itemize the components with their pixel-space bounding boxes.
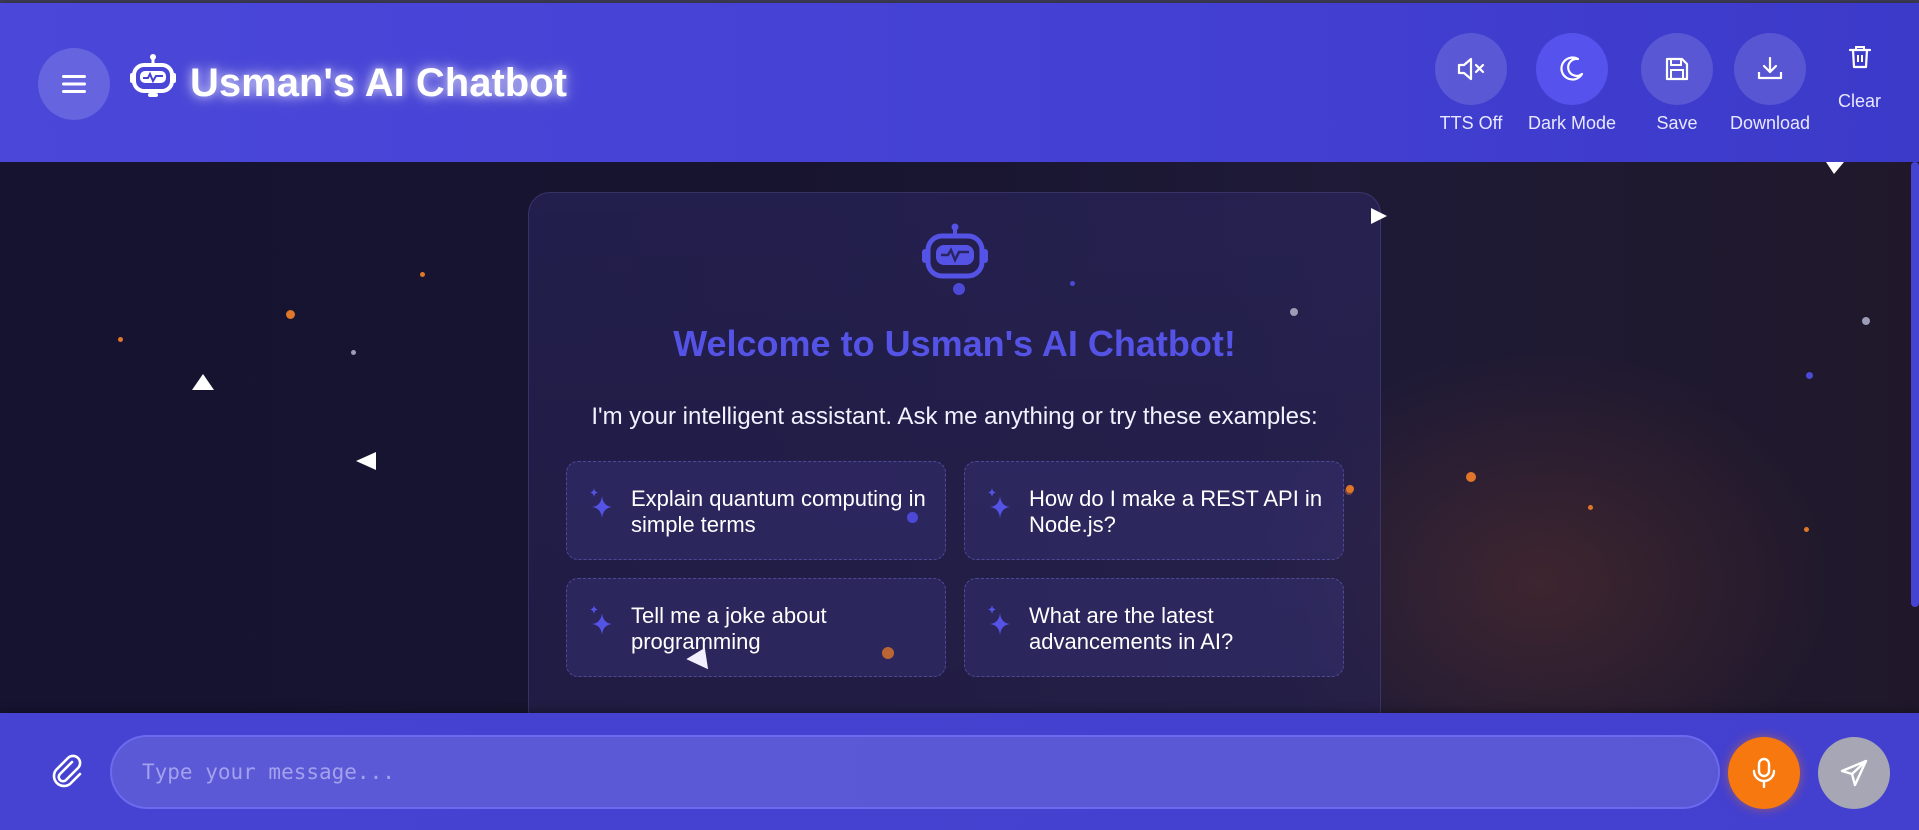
- robot-icon: [922, 223, 988, 279]
- tts-button-circle: [1435, 33, 1507, 105]
- background-particle: [351, 350, 356, 355]
- background-shard: [192, 374, 214, 390]
- microphone-button[interactable]: [1728, 737, 1800, 809]
- background-particle: [420, 272, 425, 277]
- save-button-circle: [1641, 33, 1713, 105]
- scrollbar-thumb[interactable]: [1911, 162, 1919, 607]
- send-icon: [1840, 759, 1868, 787]
- background-shard: [356, 452, 376, 470]
- speaker-muted-icon: [1457, 57, 1485, 81]
- message-composer: [0, 713, 1919, 830]
- background-particle: [953, 283, 965, 295]
- send-button[interactable]: [1818, 737, 1890, 809]
- chat-area[interactable]: Welcome to Usman's AI Chatbot! I'm your …: [0, 162, 1919, 713]
- welcome-card: Welcome to Usman's AI Chatbot! I'm your …: [528, 192, 1387, 713]
- save-label: Save: [1656, 113, 1698, 133]
- background-particle: [907, 512, 918, 523]
- clear-button-circle: [1840, 33, 1880, 81]
- hamburger-menu-icon: [62, 75, 86, 93]
- background-shard: [1826, 162, 1844, 174]
- dark-mode-label: Dark Mode: [1528, 113, 1617, 133]
- app-title: Usman's AI Chatbot: [190, 61, 567, 105]
- dark-mode-button-circle: [1536, 33, 1609, 105]
- download-label: Download: [1730, 113, 1811, 133]
- robot-icon: [130, 54, 176, 97]
- menu-button[interactable]: [38, 48, 110, 120]
- trash-icon: [1848, 46, 1871, 69]
- suggestion-text: Explain quantum computing in simple term…: [631, 486, 926, 537]
- suggestion-card[interactable]: How do I make a REST API in Node.js?: [964, 461, 1344, 560]
- microphone-icon: [1752, 757, 1776, 789]
- background-particle: [1806, 372, 1813, 379]
- background-particle: [1070, 281, 1075, 286]
- moon-icon: [1560, 56, 1584, 81]
- background-particle: [1290, 308, 1298, 316]
- sparkles-icon: [590, 605, 612, 635]
- background-particle: [1466, 472, 1476, 482]
- tts-toggle-button[interactable]: TTS Off: [1435, 33, 1507, 134]
- background-shard: [1371, 208, 1387, 224]
- clear-button[interactable]: Clear: [1838, 33, 1881, 112]
- suggestion-text: How do I make a REST API in Node.js?: [1029, 486, 1323, 537]
- background-particle: [286, 310, 295, 319]
- download-button-circle: [1734, 33, 1807, 105]
- suggestion-card[interactable]: Explain quantum computing in simple term…: [566, 461, 946, 560]
- sparkles-icon: [988, 605, 1010, 635]
- background-particle: [118, 337, 123, 342]
- download-icon: [1757, 56, 1783, 80]
- background-particle: [882, 647, 894, 659]
- suggestion-card[interactable]: Tell me a joke about programming: [566, 578, 946, 677]
- save-button[interactable]: Save: [1641, 33, 1713, 134]
- sparkles-icon: [988, 488, 1010, 518]
- welcome-subtitle: I'm your intelligent assistant. Ask me a…: [591, 403, 1318, 430]
- suggestion-text: What are the latest advancements in AI?: [1029, 603, 1234, 654]
- app-header: Usman's AI Chatbot TTS Off Dark Mode Sav…: [0, 3, 1919, 162]
- dark-mode-button[interactable]: Dark Mode: [1528, 33, 1616, 134]
- background-particle: [1804, 527, 1809, 532]
- paperclip-icon[interactable]: [48, 753, 84, 789]
- download-button[interactable]: Download: [1730, 33, 1810, 134]
- clear-label: Clear: [1838, 91, 1882, 111]
- tts-label: TTS Off: [1439, 113, 1503, 133]
- welcome-title: Welcome to Usman's AI Chatbot!: [673, 323, 1236, 364]
- floppy-disk-icon: [1665, 57, 1689, 81]
- suggestion-card[interactable]: What are the latest advancements in AI?: [964, 578, 1344, 677]
- sparkles-icon: [590, 488, 612, 518]
- background-particle: [1346, 485, 1354, 493]
- background-particle: [1862, 317, 1870, 325]
- background-particle: [1588, 505, 1593, 510]
- message-input[interactable]: [110, 735, 1720, 809]
